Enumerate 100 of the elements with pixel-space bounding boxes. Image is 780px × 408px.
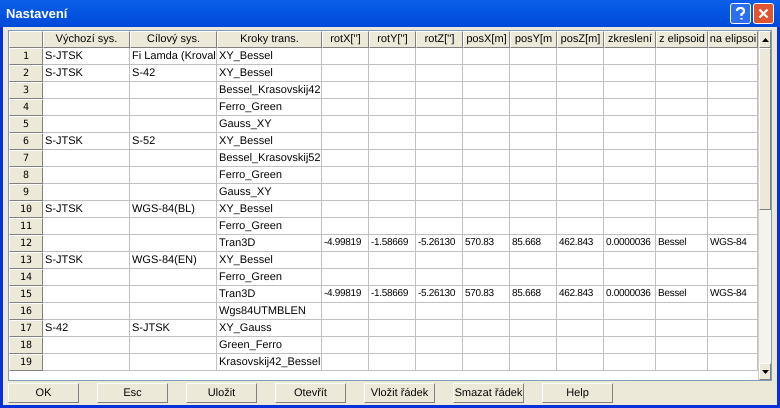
row-header[interactable]: 16 xyxy=(9,303,43,320)
table-cell xyxy=(416,48,463,65)
row-header[interactable]: 3 xyxy=(9,82,43,99)
column-header[interactable]: rotZ[''] xyxy=(416,31,463,48)
table-cell xyxy=(322,167,369,184)
row-header[interactable]: 7 xyxy=(9,150,43,167)
column-header[interactable]: rotY[''] xyxy=(369,31,416,48)
table-cell: Ferro_Green xyxy=(217,218,322,235)
dialog-button[interactable]: Otevřít xyxy=(275,383,346,403)
table-cell xyxy=(463,167,510,184)
table-cell xyxy=(322,150,369,167)
column-header[interactable]: Cílový sys. xyxy=(130,31,217,48)
table-cell xyxy=(463,320,510,337)
table-cell xyxy=(557,354,604,371)
table-cell xyxy=(557,320,604,337)
table-cell xyxy=(604,201,656,218)
table-cell: S-52 xyxy=(130,133,217,150)
row-header[interactable]: 9 xyxy=(9,184,43,201)
row-header[interactable]: 1 xyxy=(9,48,43,65)
row-header[interactable]: 12 xyxy=(9,235,43,252)
row-header[interactable]: 15 xyxy=(9,286,43,303)
row-header[interactable]: 14 xyxy=(9,269,43,286)
table-cell: WGS-84(BL) xyxy=(130,201,217,218)
table-cell xyxy=(369,337,416,354)
table-cell: Ferro_Green xyxy=(217,99,322,116)
table-cell xyxy=(656,82,708,99)
column-header[interactable]: Výchozí sys. xyxy=(43,31,130,48)
table-cell: Gauss_XY xyxy=(217,116,322,133)
table-cell xyxy=(463,82,510,99)
table-cell xyxy=(369,184,416,201)
corner-header[interactable] xyxy=(9,31,43,48)
dialog-button[interactable]: Esc xyxy=(97,383,168,403)
row-header[interactable]: 2 xyxy=(9,65,43,82)
table-cell xyxy=(510,82,557,99)
table-cell xyxy=(604,252,656,269)
row-header[interactable]: 6 xyxy=(9,133,43,150)
column-header[interactable]: posY[m xyxy=(510,31,557,48)
row-header[interactable]: 17 xyxy=(9,320,43,337)
row-header[interactable]: 8 xyxy=(9,167,43,184)
table-cell xyxy=(656,337,708,354)
table-cell xyxy=(416,252,463,269)
row-header[interactable]: 11 xyxy=(9,218,43,235)
table-cell xyxy=(369,65,416,82)
vertical-scrollbar[interactable] xyxy=(758,31,771,380)
table-cell xyxy=(463,99,510,116)
table-cell xyxy=(656,303,708,320)
table-cell xyxy=(510,218,557,235)
row-header[interactable]: 13 xyxy=(9,252,43,269)
row-header[interactable]: 5 xyxy=(9,116,43,133)
table-cell xyxy=(557,184,604,201)
table-cell xyxy=(322,99,369,116)
table-cell xyxy=(557,337,604,354)
dialog-button[interactable]: Help xyxy=(542,383,613,403)
column-header[interactable]: rotX[''] xyxy=(322,31,369,48)
column-header[interactable]: posZ[m] xyxy=(557,31,604,48)
row-header[interactable]: 19 xyxy=(9,354,43,371)
column-header[interactable]: Kroky trans. xyxy=(217,31,322,48)
table-cell xyxy=(656,201,708,218)
down-arrow-icon[interactable] xyxy=(762,370,768,374)
up-arrow-icon[interactable] xyxy=(762,38,768,42)
table-cell xyxy=(510,303,557,320)
scrollbar-thumb[interactable] xyxy=(759,48,771,210)
table-cell xyxy=(656,184,708,201)
dialog-button[interactable]: Smazat řádek xyxy=(453,383,524,403)
table-cell xyxy=(557,99,604,116)
table-cell xyxy=(322,48,369,65)
table-cell xyxy=(322,184,369,201)
table-cell xyxy=(416,269,463,286)
table-cell xyxy=(416,218,463,235)
table-cell: S-JTSK xyxy=(130,320,217,337)
table-cell xyxy=(416,133,463,150)
dialog-button[interactable]: OK xyxy=(8,383,79,403)
dialog-button[interactable]: Uložit xyxy=(186,383,257,403)
column-header[interactable]: z elipsoid xyxy=(656,31,708,48)
table-cell xyxy=(656,99,708,116)
table-cell xyxy=(463,252,510,269)
table-cell xyxy=(557,269,604,286)
table-cell xyxy=(416,150,463,167)
table-cell xyxy=(557,218,604,235)
table-cell: 85.668 xyxy=(510,286,557,303)
row-header[interactable]: 10 xyxy=(9,201,43,218)
help-button[interactable] xyxy=(730,3,751,24)
row-header[interactable]: 18 xyxy=(9,337,43,354)
table-cell xyxy=(416,303,463,320)
table-cell xyxy=(463,354,510,371)
column-header[interactable]: zkreslení xyxy=(604,31,656,48)
column-header[interactable]: posX[m] xyxy=(463,31,510,48)
table-cell xyxy=(369,82,416,99)
dialog-button[interactable]: Vložit řádek xyxy=(364,383,435,403)
table-cell xyxy=(656,354,708,371)
table-cell xyxy=(369,354,416,371)
table-cell xyxy=(510,167,557,184)
table-cell: S-JTSK xyxy=(43,201,130,218)
close-button[interactable] xyxy=(753,3,774,24)
table-cell xyxy=(416,320,463,337)
table-cell: Bessel_Krasovskij52 xyxy=(217,150,322,167)
table-cell xyxy=(656,252,708,269)
column-header[interactable]: na elipsoi xyxy=(708,31,758,48)
row-header[interactable]: 4 xyxy=(9,99,43,116)
table-cell xyxy=(510,65,557,82)
